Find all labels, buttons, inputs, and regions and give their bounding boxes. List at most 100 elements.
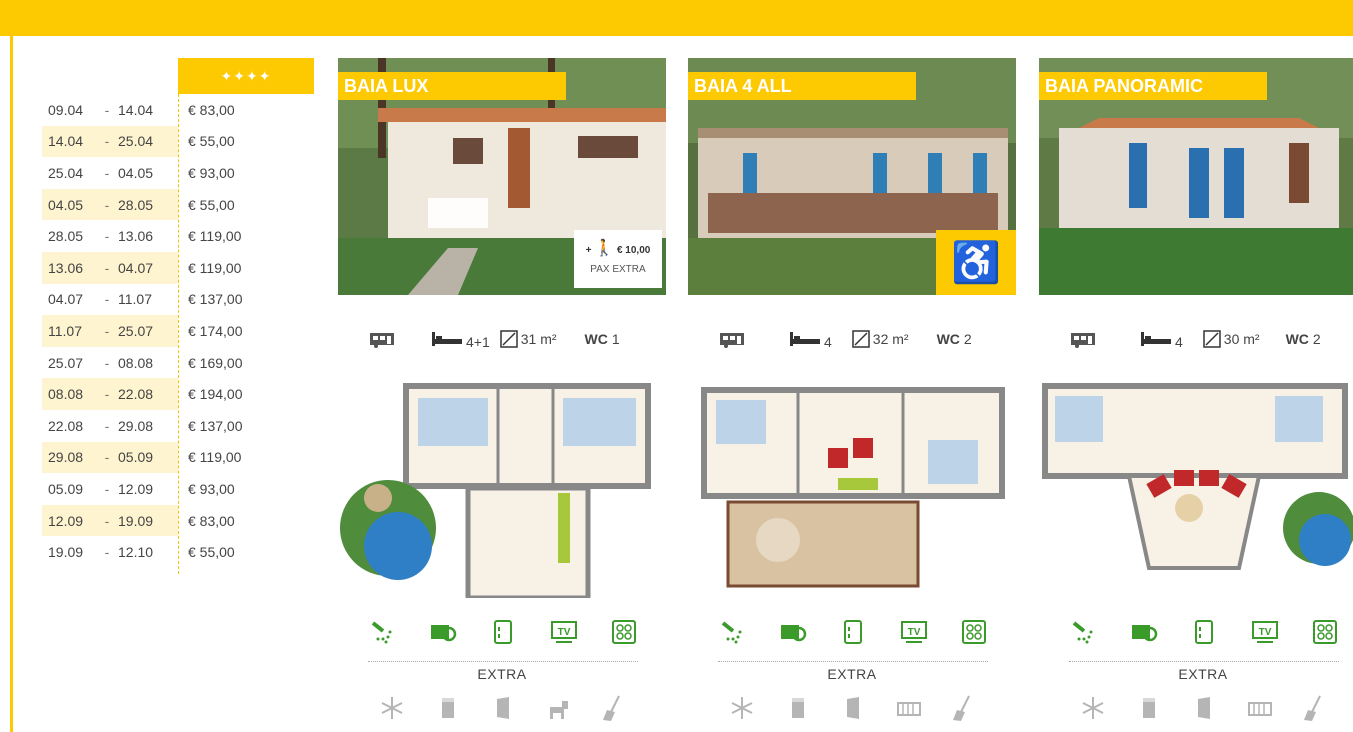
beds-value: 4+1: [466, 334, 490, 350]
fridge-icon: [839, 618, 867, 646]
top-banner: [0, 0, 1353, 36]
area-icon: [1203, 330, 1221, 348]
date-from: 28.05: [48, 228, 84, 245]
unit-specs: 4+1 31 m² WC 1: [338, 324, 666, 354]
bed-icon: [432, 332, 462, 346]
plus-sign: +: [585, 245, 592, 256]
date-separator: -: [104, 322, 110, 339]
date-to: 04.07: [118, 259, 154, 276]
features-divider: [1069, 661, 1339, 662]
nightly-price: € 174,00: [188, 322, 243, 339]
grill-icon: [779, 618, 807, 646]
bed-icon: [1141, 332, 1171, 346]
nightly-price: € 137,00: [188, 417, 243, 434]
shower-icon: [368, 618, 396, 646]
date-to: 25.07: [118, 322, 154, 339]
date-to: 12.09: [118, 480, 154, 497]
date-separator: -: [104, 449, 110, 466]
area-icon: [852, 330, 870, 348]
unit-name: BAIA 4 ALL: [688, 72, 916, 100]
wc-spec: WC 2: [1286, 331, 1321, 347]
unit-specs: 4 32 m² WC 2: [688, 324, 1016, 354]
area-value: 32 m²: [872, 331, 909, 347]
date-separator: -: [104, 386, 110, 403]
extra-label: EXTRA: [827, 666, 877, 682]
broom-icon: [950, 694, 978, 722]
accessible-badge: ♿: [936, 230, 1016, 295]
fridge-icon: [1190, 618, 1218, 646]
pax-extra-badge: + 🚶 € 10,00 PAX EXTRA: [574, 230, 662, 288]
towel-icon: [489, 694, 517, 722]
date-from: 04.05: [48, 196, 84, 213]
dog-icon: [545, 694, 573, 722]
features-divider: [718, 661, 988, 662]
date-to: 28.05: [118, 196, 154, 213]
extras-row: [378, 694, 628, 722]
beds-value: 4: [1175, 334, 1183, 350]
date-separator: -: [104, 228, 110, 245]
date-separator: -: [104, 512, 110, 529]
broom-icon: [1301, 694, 1329, 722]
crib-icon: [895, 694, 923, 722]
date-from: 09.04: [48, 101, 84, 118]
tv-icon: TV: [900, 618, 928, 646]
floor-plan: [688, 378, 1016, 598]
features-divider: [368, 661, 638, 662]
date-from: 19.09: [48, 544, 84, 561]
pax-extra-text: PAX EXTRA: [590, 264, 646, 275]
tv-icon: TV: [550, 618, 578, 646]
beds-spec: 4: [1141, 328, 1183, 350]
date-from: 08.08: [48, 386, 84, 403]
stove-icon: [1311, 618, 1339, 646]
wc-label: WC: [936, 331, 960, 347]
shower-icon: [718, 618, 746, 646]
svg-text:TV: TV: [907, 627, 920, 638]
nightly-price: € 119,00: [188, 259, 242, 276]
snowflake-icon: [1079, 694, 1107, 722]
area-value: 30 m²: [1223, 331, 1260, 347]
date-from: 05.09: [48, 480, 84, 497]
grill-icon: [429, 618, 457, 646]
pax-extra-amount: € 10,00: [616, 245, 651, 256]
wc-value: 2: [963, 331, 972, 347]
grill-icon: [1130, 618, 1158, 646]
nightly-price: € 169,00: [188, 354, 243, 371]
date-to: 04.05: [118, 164, 154, 181]
date-to: 05.09: [118, 449, 154, 466]
date-to: 08.08: [118, 354, 154, 371]
nightly-price: € 83,00: [188, 101, 235, 118]
nightly-price: € 93,00: [188, 480, 235, 497]
features-row: TV: [368, 618, 638, 646]
date-to: 12.10: [118, 544, 154, 561]
snowflake-icon: [728, 694, 756, 722]
date-separator: -: [104, 133, 110, 150]
stove-icon: [960, 618, 988, 646]
nightly-price: € 137,00: [188, 291, 243, 308]
date-separator: -: [104, 417, 110, 434]
wc-value: 1: [611, 331, 620, 347]
date-separator: -: [104, 291, 110, 308]
wc-spec: WC 2: [937, 331, 972, 347]
nightly-price: € 55,00: [188, 133, 235, 150]
floor-plan: [1039, 378, 1353, 598]
wc-spec: WC 1: [585, 331, 620, 347]
bed-sheet-icon: [784, 694, 812, 722]
snowflake-icon: [378, 694, 406, 722]
date-to: 29.08: [118, 417, 154, 434]
date-separator: -: [104, 544, 110, 561]
nightly-price: € 119,00: [188, 228, 242, 245]
nightly-price: € 93,00: [188, 164, 235, 181]
area-spec: 31 m²: [500, 330, 557, 348]
nightly-price: € 55,00: [188, 196, 235, 213]
area-value: 31 m²: [520, 331, 557, 347]
mobile-home-icon: [1069, 325, 1097, 353]
nightly-price: € 194,00: [188, 386, 243, 403]
shower-icon: [1069, 618, 1097, 646]
stove-icon: [610, 618, 638, 646]
date-separator: -: [104, 259, 110, 276]
date-from: 22.08: [48, 417, 84, 434]
towel-icon: [839, 694, 867, 722]
wheelchair-icon: ♿: [951, 240, 1001, 285]
date-from: 11.07: [48, 322, 82, 339]
date-to: 11.07: [118, 291, 152, 308]
